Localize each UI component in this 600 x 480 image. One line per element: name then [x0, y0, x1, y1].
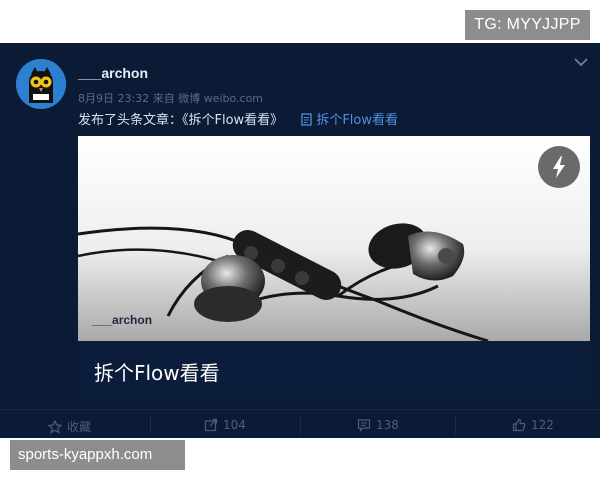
- photo-author: ___archon: [92, 313, 153, 327]
- divider: [150, 416, 151, 434]
- thumbs-up-icon: [512, 418, 526, 432]
- document-icon: [301, 113, 312, 126]
- article-link[interactable]: 拆个Flow看看: [301, 113, 398, 128]
- action-bar: 收藏 104 138 122: [0, 409, 600, 438]
- article-card[interactable]: ___archon 拆个Flow看看: [78, 136, 590, 398]
- repost-count: 104: [223, 418, 246, 432]
- favorite-button[interactable]: 收藏: [47, 418, 92, 435]
- username[interactable]: ___archon: [78, 65, 148, 81]
- divider: [300, 416, 301, 434]
- flash-icon[interactable]: [538, 146, 580, 188]
- post-text-line: 发布了头条文章：《拆个Flow看看》 拆个Flow看看: [78, 109, 398, 128]
- chevron-down-icon[interactable]: [572, 55, 590, 69]
- star-icon: [47, 419, 63, 434]
- repost-icon: [204, 418, 218, 432]
- divider: [455, 416, 456, 434]
- article-title[interactable]: 拆个Flow看看: [94, 357, 220, 386]
- favorite-label: 收藏: [67, 420, 92, 434]
- watermark-top: TG: MYYJJPP: [465, 10, 590, 40]
- like-count: 122: [531, 418, 554, 432]
- weibo-post-card: ___archon 8月9日 23:32 来自 微博 weibo.com 发布了…: [0, 43, 600, 438]
- lightning-icon: [553, 156, 565, 178]
- watermark-bottom: sports-kyappxh.com: [10, 440, 185, 470]
- owl-avatar-icon: [16, 59, 66, 109]
- post-meta: 8月9日 23:32 来自 微博 weibo.com: [78, 92, 264, 105]
- earphones-photo: [78, 136, 590, 341]
- comment-button[interactable]: 138: [357, 418, 399, 432]
- comment-icon: [357, 419, 371, 432]
- avatar[interactable]: [16, 59, 66, 109]
- screenshot-page: TG: MYYJJPP ___archon 8月9日 23:32 来自 微博 w…: [0, 0, 600, 480]
- article-link-label: 拆个Flow看看: [316, 113, 399, 128]
- article-caption: 拆个Flow看看: [78, 341, 590, 398]
- comment-count: 138: [376, 418, 399, 432]
- repost-button[interactable]: 104: [204, 418, 246, 432]
- like-button[interactable]: 122: [512, 418, 554, 432]
- post-text: 发布了头条文章：《拆个Flow看看》: [78, 113, 284, 128]
